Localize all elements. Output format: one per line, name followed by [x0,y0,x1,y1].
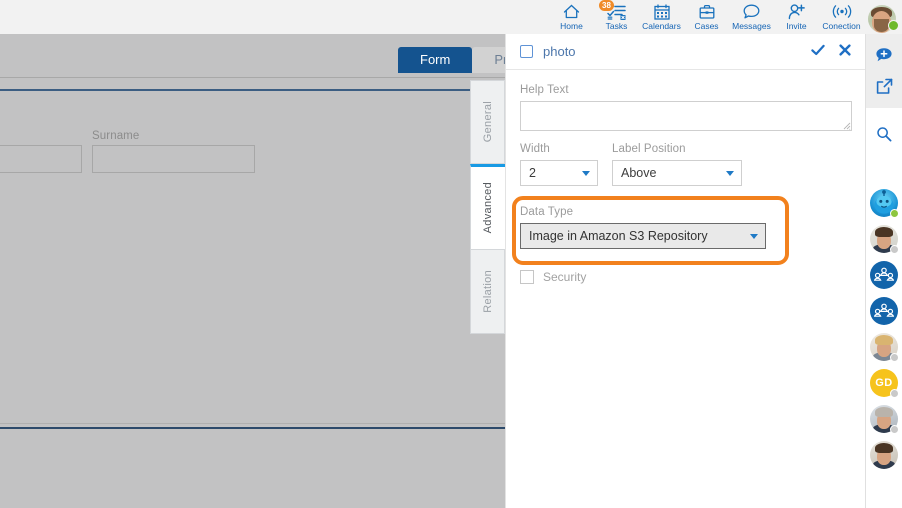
help-text-input[interactable] [520,101,852,131]
chevron-down-icon [726,171,734,176]
nav-item-profile[interactable] [864,0,900,34]
panel-header: photo [506,34,865,70]
vtab-relation[interactable]: Relation [470,250,505,334]
presence-indicator [890,425,899,434]
external-link-icon[interactable] [866,71,902,102]
list-item[interactable] [870,333,899,362]
list-item[interactable] [870,189,899,218]
background-toolbar [0,0,505,34]
presence-indicator [890,245,899,254]
contacts-rail: GD [865,34,902,508]
panel-title: photo [543,44,576,59]
nav-label-tasks: Tasks [605,21,628,31]
vtab-general-label: General [481,101,494,143]
presence-indicator [890,353,899,362]
nav-item-home[interactable]: Home [549,0,594,34]
data-type-select[interactable]: Image in Amazon S3 Repository [520,223,766,249]
field-enabled-checkbox[interactable] [520,45,533,58]
vtab-general[interactable]: General [470,80,505,164]
data-type-value: Image in Amazon S3 Repository [529,229,708,243]
help-text-wrapper [520,101,852,131]
tab-form[interactable]: Form [398,47,473,73]
nav-label-messages: Messages [732,21,771,31]
label-position-label: Label Position [612,143,686,155]
list-item[interactable] [870,261,898,289]
chevron-down-icon [582,171,590,176]
width-label: Width [520,143,550,155]
presence-indicator [890,209,899,218]
nav-label-cases: Cases [694,21,719,31]
rail-action-buttons [866,34,902,108]
nav-label-conection: Conection [822,21,861,31]
nav-label-calendars: Calendars [642,21,681,31]
nav-item-cases[interactable]: Cases [684,0,729,34]
calendar-icon [653,3,670,20]
width-labelposition-row: Width 2 Label Position Above [520,143,851,186]
vtab-relation-label: Relation [481,270,494,313]
vtab-advanced[interactable]: Advanced [470,164,505,250]
search-icon[interactable] [866,118,902,149]
presence-indicator [888,20,899,31]
label-position-value: Above [621,166,657,180]
close-icon[interactable] [839,44,851,59]
nav-label-invite: Invite [786,21,807,31]
list-item[interactable]: GD [870,369,899,398]
list-item[interactable] [870,441,898,469]
security-label: Security [543,270,587,284]
tasks-badge: 38 [599,0,614,11]
nav-item-messages[interactable]: Messages [729,0,774,34]
background-accent-rule [0,89,505,91]
list-item[interactable] [870,297,898,325]
nav-item-conection[interactable]: Conection [819,0,864,34]
chevron-down-icon [750,234,758,239]
group-avatar [870,261,898,289]
contact-avatar [870,441,898,469]
nav-item-calendars[interactable]: Calendars [639,0,684,34]
background-form-editor: Form Pr Surname [0,0,505,508]
home-icon [563,3,580,20]
background-divider-bottom [0,423,505,424]
briefcase-icon [699,3,715,20]
list-item[interactable] [870,225,899,254]
nav-label-home: Home [560,21,583,31]
data-type-label: Data Type [520,206,574,218]
surname-label: Surname [92,130,140,142]
security-checkbox[interactable] [520,270,534,284]
list-item[interactable] [870,405,899,434]
background-tabs: Form Pr [398,47,505,73]
panel-vertical-tabs: General Advanced Relation [470,80,505,334]
avatar-beard [874,19,889,32]
person-add-icon [788,3,805,20]
checkmark-icon[interactable] [811,44,825,59]
data-type-group: Data Type Image in Amazon S3 Repository [520,206,782,249]
width-select[interactable]: 2 [520,160,598,186]
add-chat-icon[interactable] [866,40,902,71]
application-window: Form Pr Surname General Advanced Relatio… [0,0,902,508]
field-properties-panel: photo Help Text Width 2 Label Position A… [505,34,865,508]
nav-item-invite[interactable]: Invite [774,0,819,34]
group-avatar [870,297,898,325]
chat-bubble-icon [743,3,760,20]
label-position-select[interactable]: Above [612,160,742,186]
contacts-list: GD [866,189,902,469]
nav-item-tasks[interactable]: 38 Tasks [594,0,639,34]
vtab-advanced-label: Advanced [482,182,494,234]
label-position-group: Label Position Above [612,143,742,186]
help-text-label: Help Text [520,84,569,96]
security-row: Security [520,270,586,284]
top-navigation: Home 38 Tasks Calendars Cases Messages I… [505,0,902,34]
background-accent-rule-bottom [0,427,505,429]
width-group: Width 2 [520,143,598,186]
panel-body: Help Text Width 2 Label Position Above [506,70,865,186]
width-value: 2 [529,166,536,180]
broadcast-icon [832,3,852,20]
tab-properties[interactable]: Pr [472,47,505,73]
name-input[interactable] [0,145,82,173]
background-divider-top [0,77,505,78]
surname-input[interactable] [92,145,255,173]
presence-indicator [890,389,899,398]
